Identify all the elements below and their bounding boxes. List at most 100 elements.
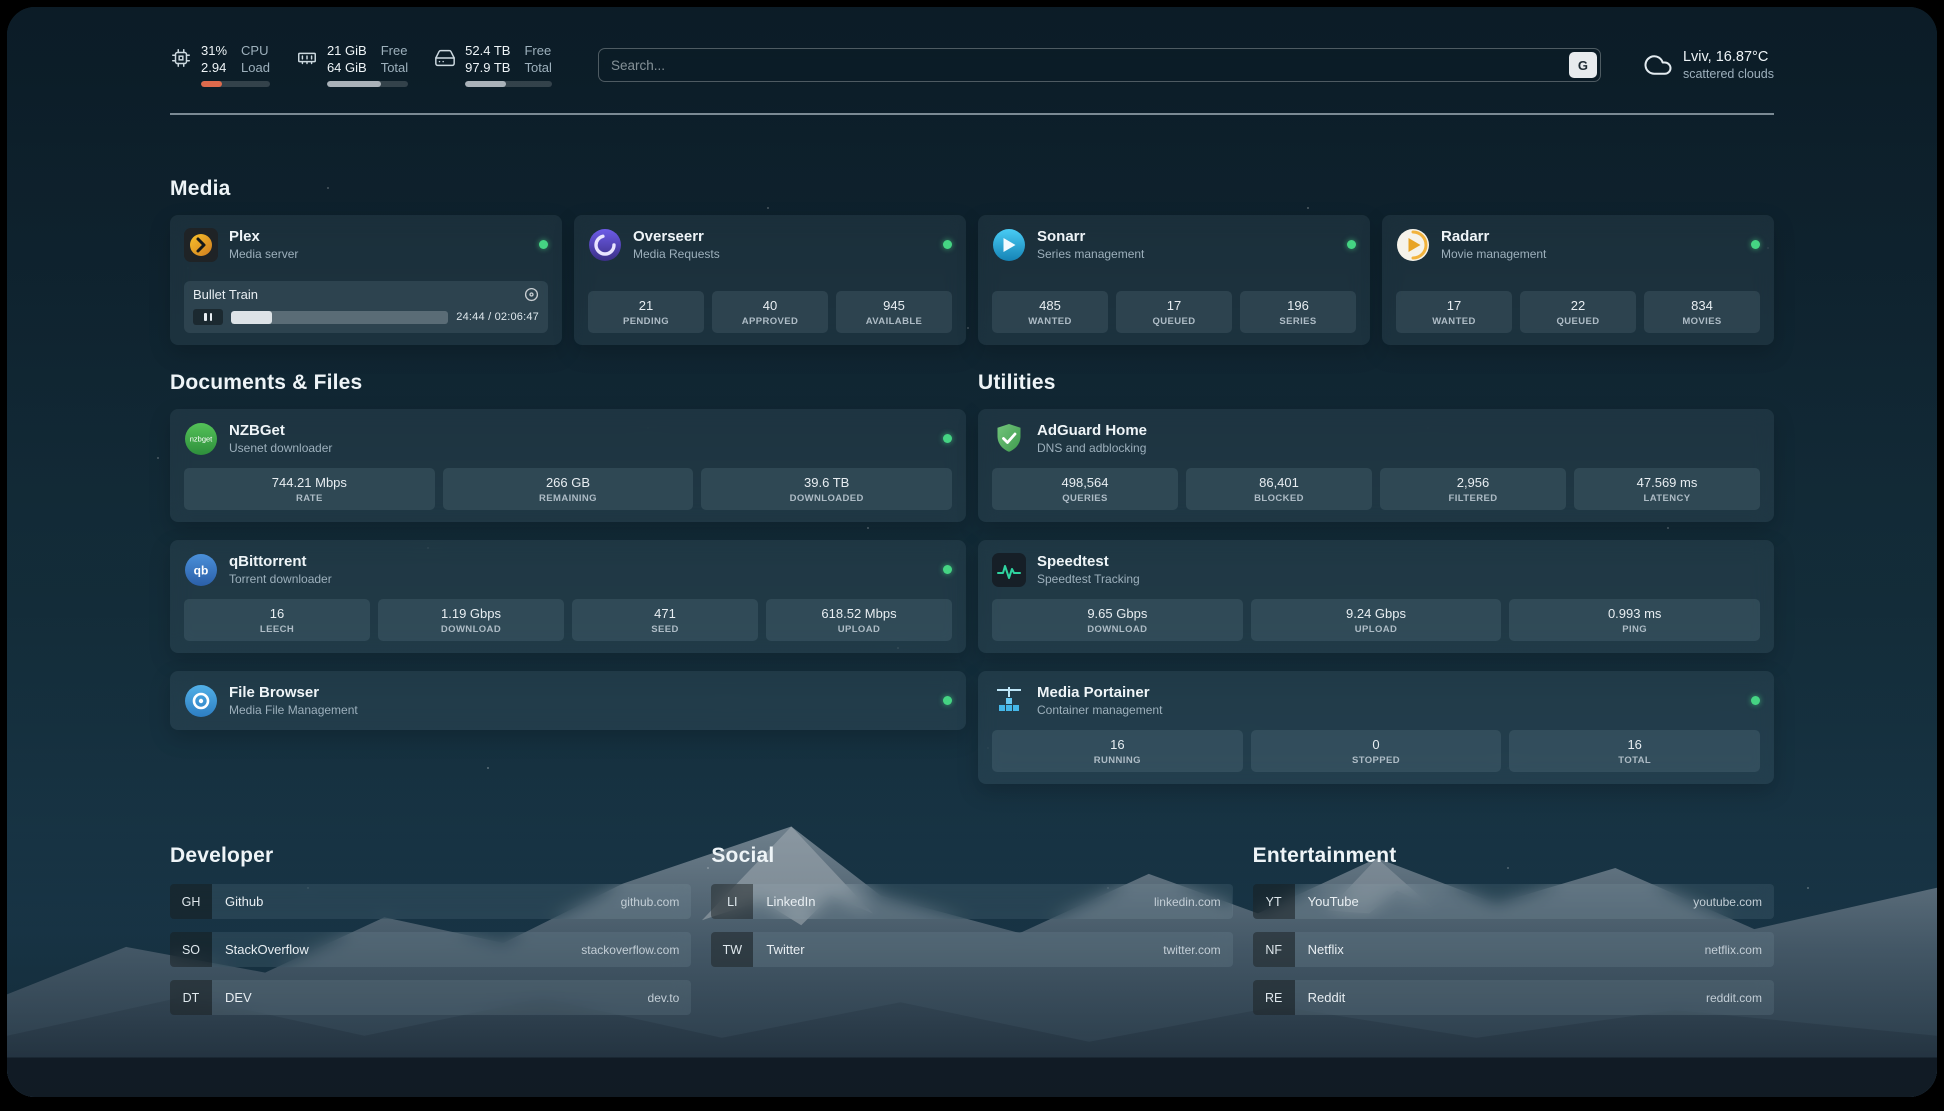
bookmark-abbr: RE	[1253, 980, 1295, 1015]
stat-filtered: 2,956FILTERED	[1380, 468, 1566, 510]
plex-icon	[184, 228, 218, 262]
bookmarks-social: Social LI LinkedIn linkedin.com TW Twitt…	[711, 844, 1232, 1028]
service-name: AdGuard Home	[1037, 421, 1147, 440]
service-desc: Movie management	[1441, 247, 1546, 262]
service-card-nzbget[interactable]: nzbget NZBGet Usenet downloader 744.21 M…	[170, 409, 966, 522]
stat-rate: 744.21 MbpsRATE	[184, 468, 435, 510]
bookmark-url: netflix.com	[1705, 943, 1762, 957]
filebrowser-icon	[184, 684, 218, 718]
playback-time: 24:44 / 02:06:47	[456, 311, 539, 323]
overseerr-icon	[588, 228, 622, 262]
bookmark-abbr: GH	[170, 884, 212, 919]
service-card-filebrowser[interactable]: File Browser Media File Management	[170, 671, 966, 730]
bookmark-name: LinkedIn	[766, 894, 815, 909]
media-grid: Plex Media server Bullet Train	[170, 215, 1774, 345]
bookmark-twitter[interactable]: TW Twitter twitter.com	[711, 932, 1232, 967]
service-card-adguard[interactable]: AdGuard Home DNS and adblocking 498,564Q…	[978, 409, 1774, 522]
two-column-titles: Documents & Files Utilities	[170, 371, 1774, 395]
stat-download: 1.19 GbpsDOWNLOAD	[378, 599, 564, 641]
service-card-qbittorrent[interactable]: qb qBittorrent Torrent downloader 16LEEC…	[170, 540, 966, 653]
stat-series: 196SERIES	[1240, 291, 1356, 333]
service-desc: Torrent downloader	[229, 572, 332, 587]
utilities-column: AdGuard Home DNS and adblocking 498,564Q…	[978, 409, 1774, 784]
stat-wanted: 17WANTED	[1396, 291, 1512, 333]
service-card-portainer[interactable]: Media Portainer Container management 16R…	[978, 671, 1774, 784]
dashboard-content: 31% CPU 2.94 Load 21 GiB Free	[7, 7, 1937, 1028]
service-desc: Media Requests	[633, 247, 720, 262]
service-card-overseerr[interactable]: Overseerr Media Requests 21PENDING 40APP…	[574, 215, 966, 345]
portainer-icon	[992, 684, 1026, 718]
stat-wanted: 485WANTED	[992, 291, 1108, 333]
status-dot	[1347, 240, 1356, 249]
bookmark-url: stackoverflow.com	[581, 943, 679, 957]
service-desc: Usenet downloader	[229, 441, 332, 456]
service-desc: Speedtest Tracking	[1037, 572, 1140, 587]
search-input[interactable]	[611, 58, 1569, 73]
bookmark-name: Twitter	[766, 942, 804, 957]
disk-usage-bar	[465, 81, 552, 87]
stat-remaining: 266 GBREMAINING	[443, 468, 694, 510]
cpu-percent: 31%	[201, 43, 227, 59]
bookmark-youtube[interactable]: YT YouTube youtube.com	[1253, 884, 1774, 919]
bookmark-abbr: NF	[1253, 932, 1295, 967]
service-name: qBittorrent	[229, 552, 332, 571]
playback-progress-bar[interactable]	[231, 311, 448, 324]
stat-upload: 618.52 MbpsUPLOAD	[766, 599, 952, 641]
disk-total-label: Total	[524, 60, 551, 76]
service-desc: Series management	[1037, 247, 1144, 262]
header-divider	[170, 113, 1774, 115]
pause-button[interactable]	[193, 309, 223, 325]
bookmark-name: Reddit	[1308, 990, 1346, 1005]
bookmark-netflix[interactable]: NF Netflix netflix.com	[1253, 932, 1774, 967]
now-playing-title: Bullet Train	[193, 287, 258, 302]
service-card-speedtest[interactable]: Speedtest Speedtest Tracking 9.65 GbpsDO…	[978, 540, 1774, 653]
section-title-social: Social	[711, 844, 1232, 868]
stat-available: 945AVAILABLE	[836, 291, 952, 333]
service-name: NZBGet	[229, 421, 332, 440]
service-name: Plex	[229, 227, 298, 246]
memory-total-label: Total	[381, 60, 408, 76]
status-dot	[539, 240, 548, 249]
service-card-sonarr[interactable]: Sonarr Series management 485WANTED 17QUE…	[978, 215, 1370, 345]
bookmark-stackoverflow[interactable]: SO StackOverflow stackoverflow.com	[170, 932, 691, 967]
bookmark-dev[interactable]: DT DEV dev.to	[170, 980, 691, 1015]
service-card-radarr[interactable]: Radarr Movie management 17WANTED 22QUEUE…	[1382, 215, 1774, 345]
stat-ping: 0.993 msPING	[1509, 599, 1760, 641]
bookmarks-developer: Developer GH Github github.com SO StackO…	[170, 844, 691, 1028]
search-provider-button[interactable]: G	[1569, 52, 1597, 78]
service-desc: DNS and adblocking	[1037, 441, 1147, 456]
bookmark-name: DEV	[225, 990, 252, 1005]
section-title-media: Media	[170, 177, 1774, 201]
disk-free-value: 52.4 TB	[465, 43, 510, 59]
bookmark-name: Netflix	[1308, 942, 1344, 957]
stat-running: 16RUNNING	[992, 730, 1243, 772]
bookmark-name: YouTube	[1308, 894, 1359, 909]
service-name: Media Portainer	[1037, 683, 1162, 702]
service-desc: Media server	[229, 247, 298, 262]
bookmark-url: twitter.com	[1163, 943, 1220, 957]
bookmark-linkedin[interactable]: LI LinkedIn linkedin.com	[711, 884, 1232, 919]
svg-text:qb: qb	[194, 563, 209, 577]
memory-free-value: 21 GiB	[327, 43, 367, 59]
stat-queued: 22QUEUED	[1520, 291, 1636, 333]
now-playing-disc-icon	[524, 287, 539, 302]
bookmark-reddit[interactable]: RE Reddit reddit.com	[1253, 980, 1774, 1015]
documents-column: nzbget NZBGet Usenet downloader 744.21 M…	[170, 409, 966, 784]
bookmark-github[interactable]: GH Github github.com	[170, 884, 691, 919]
section-title-entertainment: Entertainment	[1253, 844, 1774, 868]
stat-latency: 47.569 msLATENCY	[1574, 468, 1760, 510]
bookmark-url: linkedin.com	[1154, 895, 1221, 909]
speedtest-icon	[992, 553, 1026, 587]
status-dot	[943, 696, 952, 705]
bookmark-abbr: DT	[170, 980, 212, 1015]
status-dot	[943, 240, 952, 249]
disk-free-label: Free	[524, 43, 551, 59]
service-card-plex[interactable]: Plex Media server Bullet Train	[170, 215, 562, 345]
disk-widget: 52.4 TB Free 97.9 TB Total	[434, 43, 552, 87]
plex-now-playing: Bullet Train 24:44 / 02:06:47	[184, 281, 548, 333]
cloud-icon	[1643, 50, 1673, 80]
stat-pending: 21PENDING	[588, 291, 704, 333]
bookmarks-grid: Developer GH Github github.com SO StackO…	[170, 844, 1774, 1028]
stat-approved: 40APPROVED	[712, 291, 828, 333]
bookmark-url: reddit.com	[1706, 991, 1762, 1005]
